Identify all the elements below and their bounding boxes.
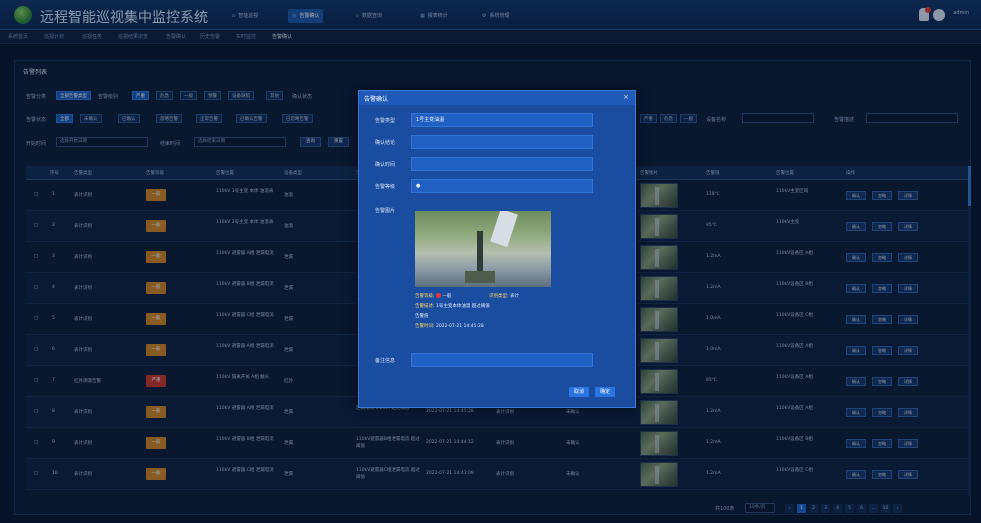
dialog-title: 告警确认 bbox=[364, 96, 389, 103]
alarm-confirm-dialog: 告警确认 × 告警类型 1号主变油温 确认结论 确认时间 告警等级 ● 告警图片… bbox=[358, 90, 636, 408]
remark-field[interactable] bbox=[411, 353, 593, 367]
confirm-button[interactable]: 确定 bbox=[595, 387, 615, 397]
confirm-result-field[interactable] bbox=[411, 135, 593, 149]
alarm-photo[interactable] bbox=[415, 211, 551, 287]
detail-level: 告警等级: 一般 bbox=[415, 293, 452, 299]
detail-desc-2: 告警值 bbox=[415, 314, 429, 319]
field-label: 确认结论 bbox=[375, 140, 396, 146]
dialog-header: 告警确认 × bbox=[359, 91, 635, 105]
confirm-time-field[interactable] bbox=[411, 157, 593, 171]
detail-type: 识别类型: 表计 bbox=[489, 294, 519, 299]
field-label: 备注信息 bbox=[375, 358, 396, 364]
field-label: 告警类型 bbox=[375, 118, 396, 124]
cancel-button[interactable]: 取消 bbox=[569, 387, 589, 397]
alarm-type-field[interactable]: 1号主变油温 bbox=[411, 113, 593, 127]
field-label: 确认时间 bbox=[375, 162, 396, 168]
level-dot-icon bbox=[435, 293, 441, 298]
close-icon[interactable]: × bbox=[623, 93, 629, 101]
alarm-level-field[interactable]: ● bbox=[411, 179, 593, 193]
field-label: 告警等级 bbox=[375, 184, 396, 190]
detail-desc: 告警描述: 1号主变本体油温 超过阈值 bbox=[415, 304, 490, 309]
field-label: 告警图片 bbox=[375, 208, 396, 214]
detail-time: 告警时间: 2022-07-21 14:45:28 bbox=[415, 324, 484, 329]
